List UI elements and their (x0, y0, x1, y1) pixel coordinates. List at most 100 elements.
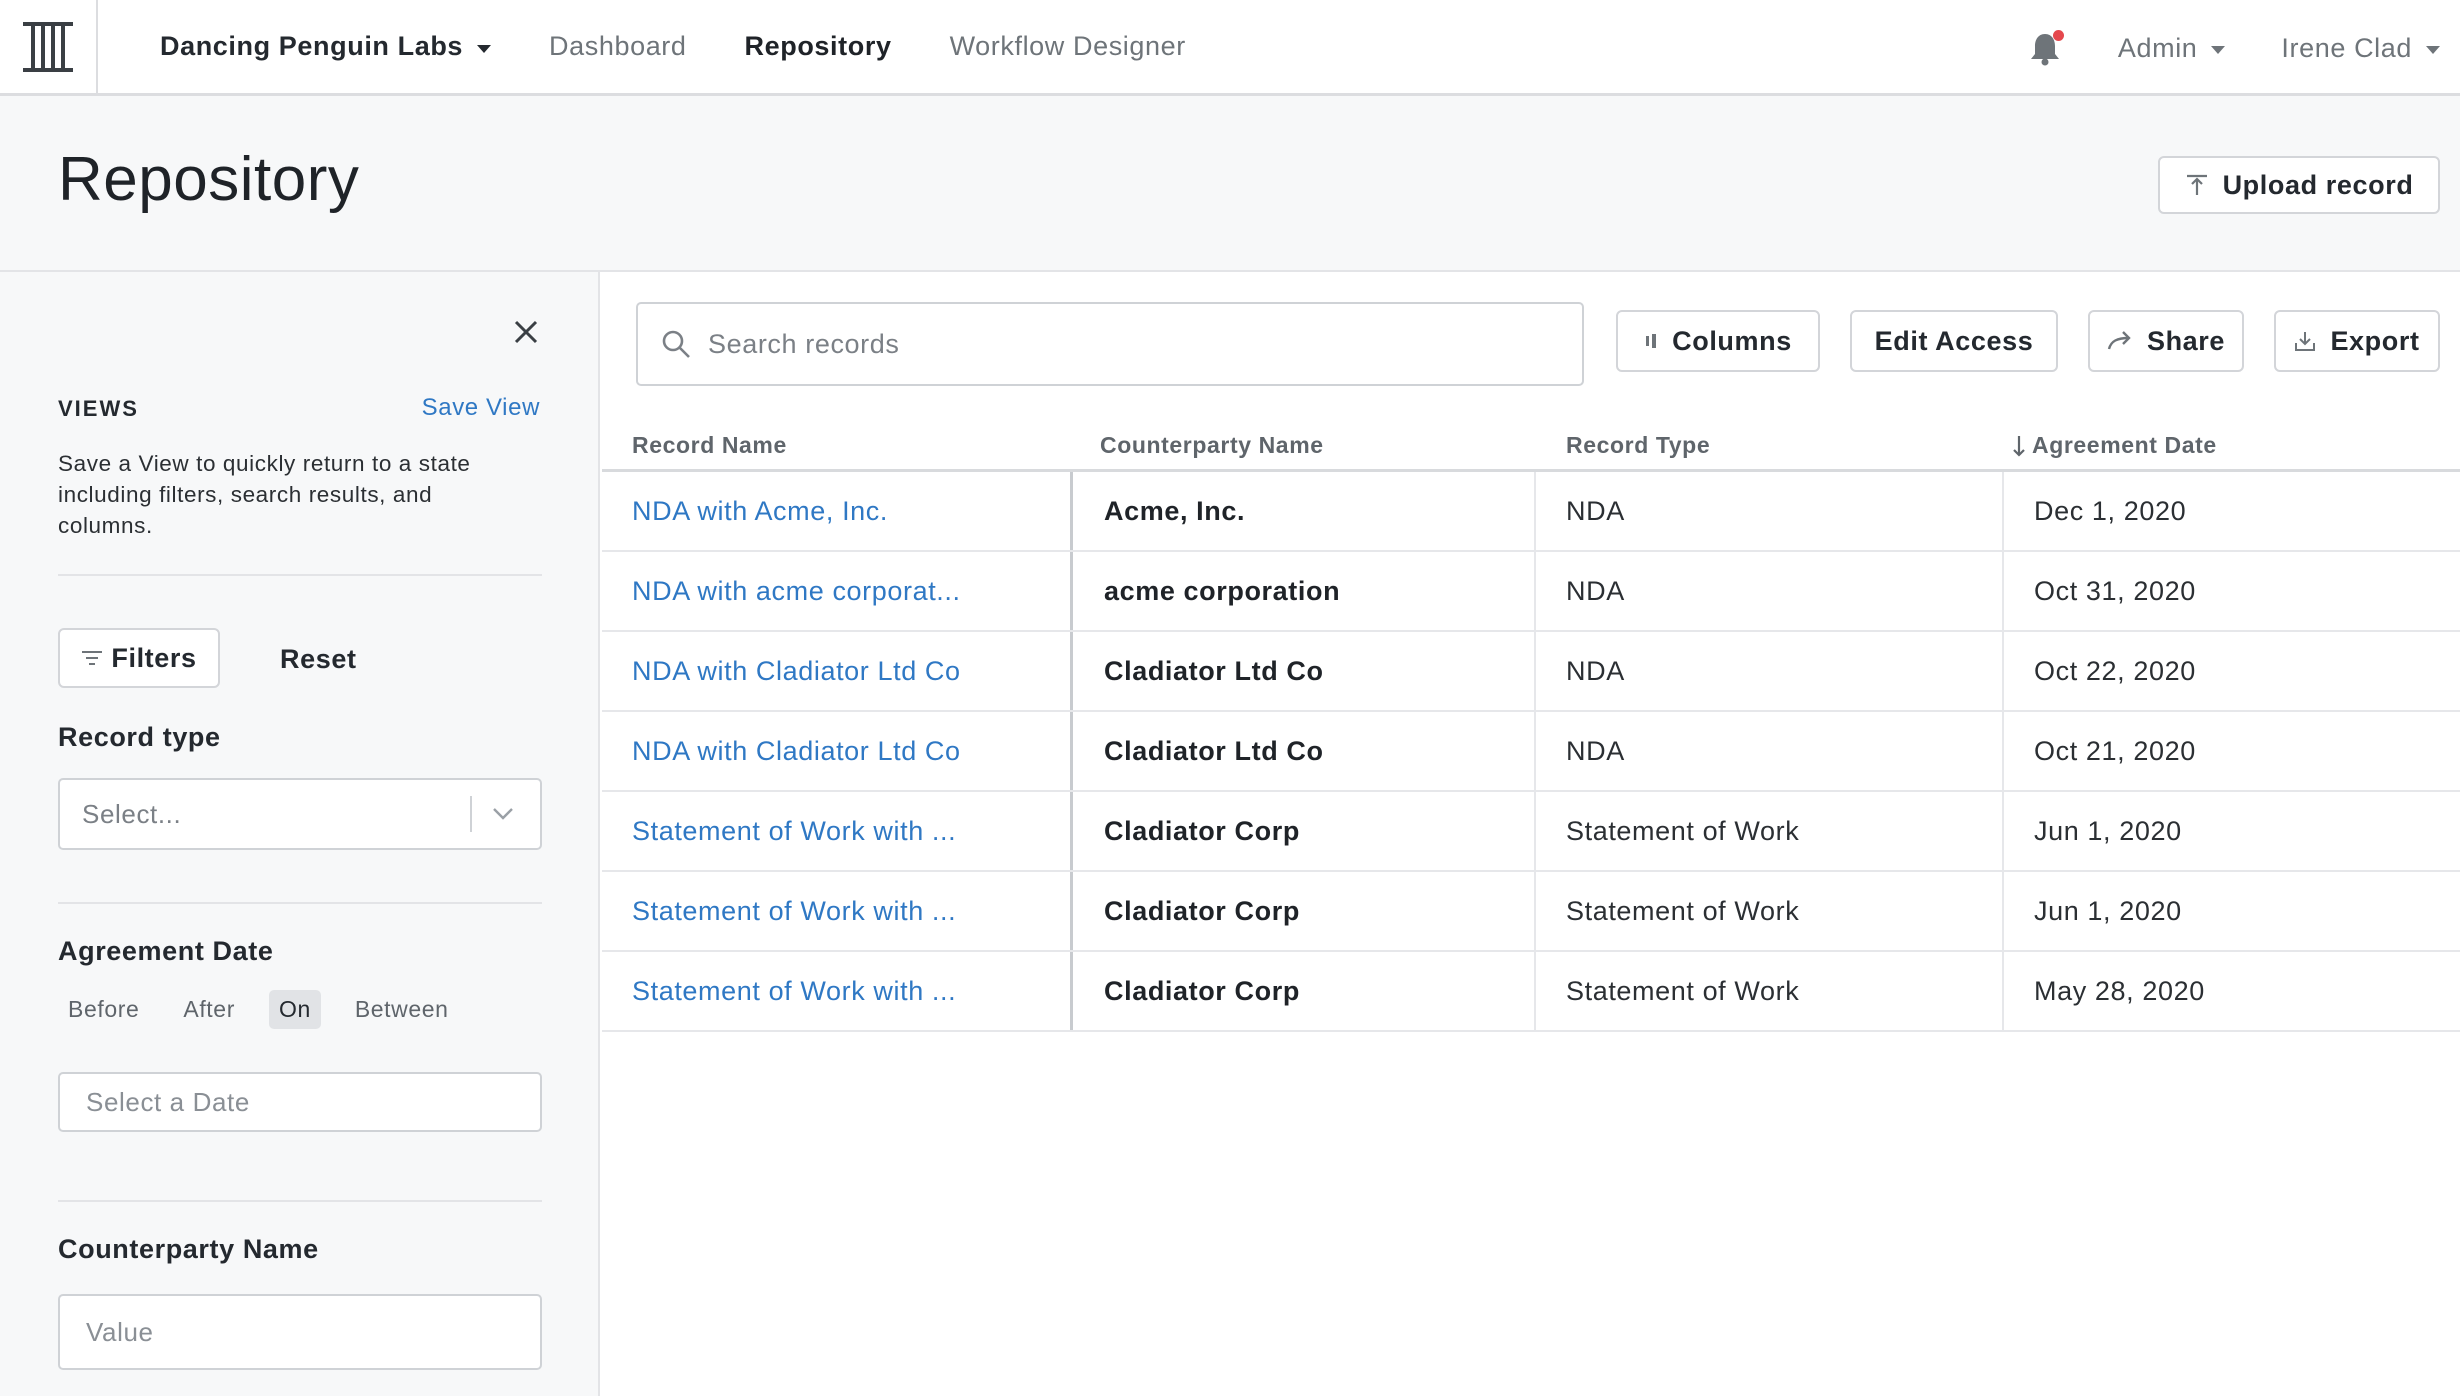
share-button[interactable]: Share (2088, 310, 2244, 372)
page-title: Repository (58, 145, 360, 214)
counterparty-name-input[interactable] (58, 1294, 542, 1370)
share-label: Share (2146, 325, 2226, 356)
column-divider (2002, 712, 2004, 790)
record-name-link[interactable]: Statement of Work with ... (632, 952, 956, 1030)
nav-repository[interactable]: Repository (745, 31, 892, 62)
record-type-cell: Statement of Work (1566, 815, 1800, 846)
page-header: Repository Upload record (0, 96, 2460, 272)
record-name-link[interactable]: NDA with acme corporat... (632, 552, 961, 630)
date-option-before[interactable]: Before (58, 990, 149, 1029)
record-type-select[interactable]: Select... (58, 778, 542, 850)
admin-menu[interactable]: Admin (2118, 33, 2226, 64)
edit-access-button[interactable]: Edit Access (1850, 310, 2058, 372)
column-divider (2002, 632, 2004, 710)
upload-record-button[interactable]: Upload record (2158, 156, 2440, 214)
agreement-date-cell: Oct 31, 2020 (2034, 575, 2196, 606)
column-divider (1534, 712, 1536, 790)
record-name-link[interactable]: NDA with Cladiator Ltd Co (632, 712, 961, 790)
nav-dashboard[interactable]: Dashboard (549, 31, 687, 62)
search-icon (660, 328, 692, 360)
nav-right-group: Admin Irene Clad (2030, 0, 2460, 96)
column-divider (1070, 552, 1073, 630)
table-row[interactable]: NDA with Cladiator Ltd Co Cladiator Ltd C… (602, 712, 2460, 792)
column-divider (1534, 872, 1536, 950)
divider (58, 574, 542, 576)
record-type-cell: NDA (1566, 575, 1625, 606)
table-row[interactable]: Statement of Work with ... Cladiator Corp… (602, 872, 2460, 952)
column-divider (1070, 712, 1073, 790)
close-icon[interactable] (512, 318, 540, 346)
agreement-date-cell: Dec 1, 2020 (2034, 495, 2187, 526)
brand-logo-icon[interactable] (0, 0, 98, 95)
bell-icon[interactable] (2030, 30, 2066, 66)
nav-workflow-designer[interactable]: Workflow Designer (950, 31, 1186, 62)
table-row[interactable]: Statement of Work with ... Cladiator Corp… (602, 792, 2460, 872)
upload-icon (2185, 173, 2209, 197)
column-divider (2002, 952, 2004, 1030)
table-row[interactable]: NDA with acme corporat... acme corporatio… (602, 552, 2460, 632)
column-header-agreement-date[interactable]: Agreement Date (2012, 432, 2217, 459)
search-input[interactable] (708, 314, 1582, 374)
column-header-record-type[interactable]: Record Type (1566, 432, 1710, 459)
counterparty-name-cell: Acme, Inc. (1104, 495, 1246, 526)
user-name: Irene Clad (2281, 32, 2412, 63)
counterparty-name-cell: Cladiator Ltd Co (1104, 735, 1324, 766)
download-icon (2294, 330, 2316, 352)
column-divider (1534, 552, 1536, 630)
counterparty-name-label: Counterparty Name (58, 1234, 319, 1264)
column-divider (1070, 872, 1073, 950)
date-option-after[interactable]: After (173, 990, 245, 1029)
agreement-date-header-label: Agreement Date (2032, 432, 2217, 458)
record-type-cell: NDA (1566, 735, 1625, 766)
user-menu[interactable]: Irene Clad (2281, 33, 2440, 64)
table-body: NDA with Acme, Inc. Acme, Inc. NDA Dec 1, 2… (602, 472, 2460, 1032)
column-divider (1070, 952, 1073, 1030)
records-table: Record Name Counterparty Name Record Typ… (602, 420, 2460, 1032)
record-name-link[interactable]: Statement of Work with ... (632, 792, 956, 870)
column-divider (2002, 552, 2004, 630)
date-option-on[interactable]: On (268, 990, 321, 1029)
record-name-link[interactable]: Statement of Work with ... (632, 872, 956, 950)
column-header-record-name[interactable]: Record Name (632, 432, 787, 459)
date-option-between[interactable]: Between (345, 990, 459, 1029)
counterparty-name-cell: acme corporation (1104, 575, 1341, 606)
agreement-date-cell: May 28, 2020 (2034, 975, 2205, 1006)
caret-down-icon (477, 44, 492, 53)
table-row[interactable]: Statement of Work with ... Cladiator Corp… (602, 952, 2460, 1032)
agreement-date-cell: Oct 22, 2020 (2034, 655, 2196, 686)
record-type-cell: NDA (1566, 655, 1625, 686)
export-label: Export (2330, 325, 2420, 356)
column-divider (1070, 472, 1073, 550)
agreement-date-cell: Jun 1, 2020 (2034, 895, 2182, 926)
column-divider (1534, 792, 1536, 870)
column-divider (1534, 952, 1536, 1030)
org-switcher[interactable]: Dancing Penguin Labs (160, 31, 492, 62)
record-type-cell: Statement of Work (1566, 975, 1800, 1006)
org-name: Dancing Penguin Labs (160, 31, 464, 61)
counterparty-name-cell: Cladiator Corp (1104, 815, 1300, 846)
column-divider (1070, 632, 1073, 710)
record-name-link[interactable]: NDA with Cladiator Ltd Co (632, 632, 961, 710)
column-divider (1534, 632, 1536, 710)
table-row[interactable]: NDA with Acme, Inc. Acme, Inc. NDA Dec 1, 2… (602, 472, 2460, 552)
save-view-link[interactable]: Save View (422, 394, 540, 422)
upload-record-label: Upload record (2222, 169, 2414, 200)
reset-button[interactable]: Reset (280, 644, 357, 675)
date-mode-options: Before After On Between (58, 990, 483, 1029)
views-description: Save a View to quickly return to a state… (58, 451, 471, 538)
filters-button[interactable]: Filters (58, 628, 220, 688)
arrow-down-icon (2012, 434, 2026, 458)
column-header-counterparty-name[interactable]: Counterparty Name (1100, 432, 1324, 459)
export-button[interactable]: Export (2274, 310, 2440, 372)
column-divider (1534, 472, 1536, 550)
record-name-link[interactable]: NDA with Acme, Inc. (632, 472, 888, 550)
table-row[interactable]: NDA with Cladiator Ltd Co Cladiator Ltd C… (602, 632, 2460, 712)
admin-label: Admin (2117, 32, 2198, 63)
columns-button[interactable]: Columns (1616, 310, 1820, 372)
agreement-date-input[interactable] (58, 1072, 542, 1132)
search-box[interactable] (636, 302, 1584, 386)
filter-sidebar: VIEWS Save View Save a View to quickly r… (0, 272, 600, 1396)
agreement-date-cell: Jun 1, 2020 (2034, 815, 2182, 846)
divider (58, 902, 542, 904)
share-arrow-icon (2107, 331, 2133, 351)
